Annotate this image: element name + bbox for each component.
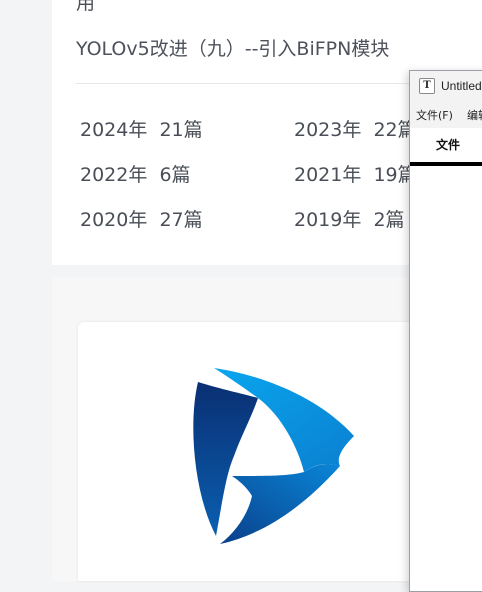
notepad-titlebar[interactable]: T Untitled bbox=[410, 71, 482, 102]
archive-count: 2篇 bbox=[373, 209, 405, 231]
archive-count: 21篇 bbox=[159, 119, 203, 141]
notepad-menubar: 文件(F) 编辑 bbox=[410, 102, 482, 128]
previous-article-fragment: 用 bbox=[76, 0, 96, 14]
notepad-tabbar: 文件 bbox=[410, 128, 482, 159]
archive-item-2024[interactable]: 2024年 21篇 bbox=[80, 115, 203, 142]
archive-item-2019[interactable]: 2019年 2篇 bbox=[294, 205, 405, 232]
notepad-app-icon: T bbox=[419, 78, 435, 94]
archive-year: 2021年 bbox=[294, 164, 362, 186]
archive-count: 27篇 bbox=[159, 209, 203, 231]
profile-image-card[interactable] bbox=[78, 322, 438, 581]
archive-year: 2024年 bbox=[80, 119, 148, 141]
archive-year: 2020年 bbox=[80, 209, 148, 231]
menu-file[interactable]: 文件(F) bbox=[416, 107, 453, 123]
article-link-bifpn[interactable]: YOLOv5改进（九）--引入BiFPN模块 bbox=[76, 34, 389, 61]
notepad-window[interactable]: T Untitled 文件(F) 编辑 文件 bbox=[409, 70, 482, 592]
tab-file[interactable]: 文件 bbox=[436, 136, 460, 153]
archive-item-2023[interactable]: 2023年 22篇 bbox=[294, 115, 417, 142]
archive-item-2021[interactable]: 2021年 19篇 bbox=[294, 160, 417, 187]
archive-year: 2019年 bbox=[294, 209, 362, 231]
notepad-title: Untitled bbox=[441, 79, 482, 93]
archive-item-2022[interactable]: 2022年 6篇 bbox=[80, 160, 191, 187]
tab-active-indicator bbox=[410, 162, 482, 166]
menu-edit[interactable]: 编辑 bbox=[467, 107, 482, 123]
archive-count: 6篇 bbox=[159, 164, 191, 186]
archive-item-2020[interactable]: 2020年 27篇 bbox=[80, 205, 203, 232]
archive-year: 2023年 bbox=[294, 119, 362, 141]
triangle-play-logo-icon bbox=[193, 368, 354, 544]
archive-year: 2022年 bbox=[80, 164, 148, 186]
